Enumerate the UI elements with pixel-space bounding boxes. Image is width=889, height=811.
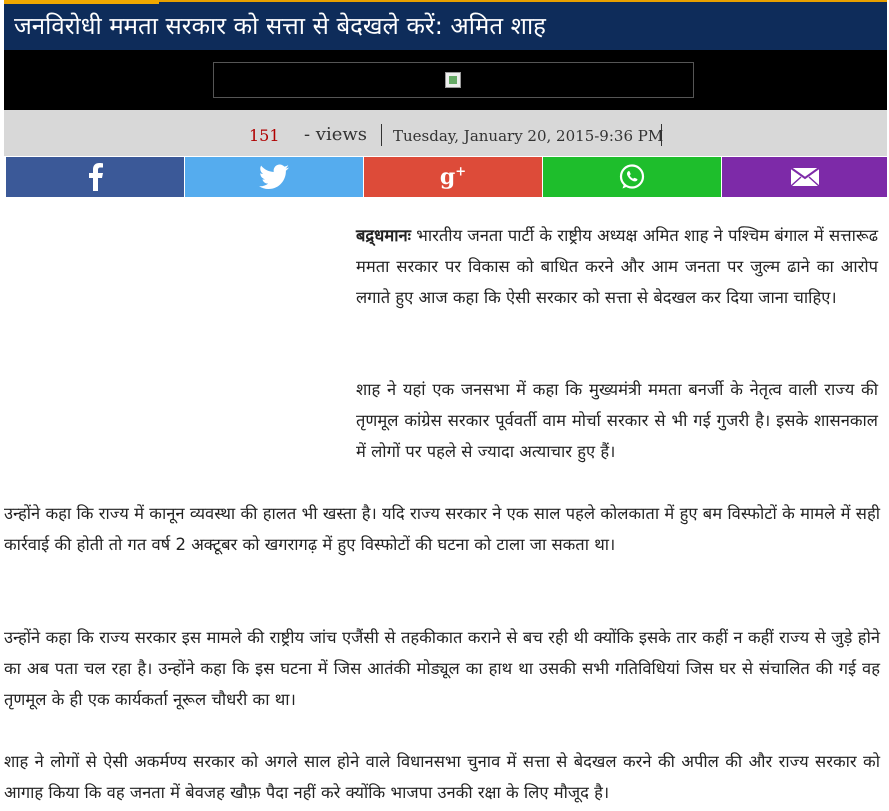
whatsapp-icon (619, 164, 645, 189)
dateline: बद्र्धमानः (356, 226, 411, 245)
publish-date: Tuesday, January 20, 2015-9:36 PM (393, 127, 664, 145)
whatsapp-share-button[interactable] (543, 157, 721, 197)
twitter-icon (259, 164, 289, 189)
google-plus-share-button[interactable]: g+ (364, 157, 542, 197)
email-share-button[interactable] (722, 157, 887, 197)
article-paragraph: शाह ने लोगों से ऐसी अकर्मण्य सरकार को अग… (4, 752, 880, 802)
page-title: जनविरोधी ममता सरकार को सत्ता से बेदखले क… (14, 12, 546, 40)
facebook-icon (89, 163, 103, 191)
email-icon (789, 167, 820, 187)
article-paragraph: उन्होंने कहा कि राज्य में कानून व्यवस्था… (4, 504, 880, 554)
meta-bar: 151 - views Tuesday, January 20, 2015-9:… (4, 110, 887, 156)
views-label: - views (304, 124, 368, 145)
separator (381, 124, 382, 146)
ad-slot[interactable] (213, 62, 694, 98)
title-bar: जनविरोधी ममता सरकार को सत्ता से बेदखले क… (4, 0, 887, 50)
views-count: 151 (249, 126, 280, 145)
share-bar: g+ (4, 157, 887, 197)
facebook-share-button[interactable] (6, 157, 184, 197)
paragraph-text: भारतीय जनता पार्टी के राष्ट्रीय अध्यक्ष … (356, 226, 878, 307)
article-paragraph: शाह ने यहां एक जनसभा में कहा कि मुख्यमंत… (356, 380, 878, 461)
separator (661, 124, 662, 146)
ad-banner (4, 50, 887, 110)
article-paragraph: उन्होंने कहा कि राज्य सरकार इस मामले की … (4, 628, 880, 709)
twitter-share-button[interactable] (185, 157, 363, 197)
title-accent (4, 0, 159, 4)
google-plus-icon: g+ (439, 164, 467, 190)
article-paragraph: बद्र्धमानः भारतीय जनता पार्टी के राष्ट्र… (356, 220, 878, 313)
broken-image-icon (445, 72, 461, 88)
